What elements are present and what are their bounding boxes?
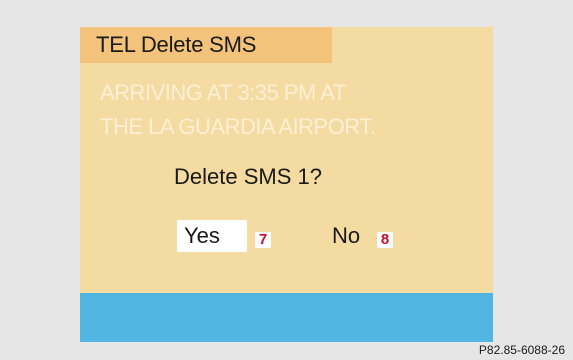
screen-title: TEL Delete SMS	[96, 32, 257, 57]
sms-message-line-1: ARRIVING AT 3:35 PM AT	[100, 80, 346, 105]
no-option[interactable]: No	[332, 220, 380, 252]
sms-message-line-2: THE LA GUARDIA AIRPORT.	[100, 114, 376, 139]
figure-reference: P82.85-6088-26	[478, 343, 565, 357]
callout-no: 8	[377, 232, 393, 248]
yes-option[interactable]: Yes	[177, 220, 247, 252]
title-bar: TEL Delete SMS	[80, 27, 332, 63]
display-screen: TEL Delete SMS ARRIVING AT 3:35 PM AT TH…	[80, 27, 493, 342]
bottom-status-band	[80, 293, 493, 342]
delete-prompt: Delete SMS 1?	[174, 164, 322, 189]
callout-yes: 7	[255, 232, 271, 248]
